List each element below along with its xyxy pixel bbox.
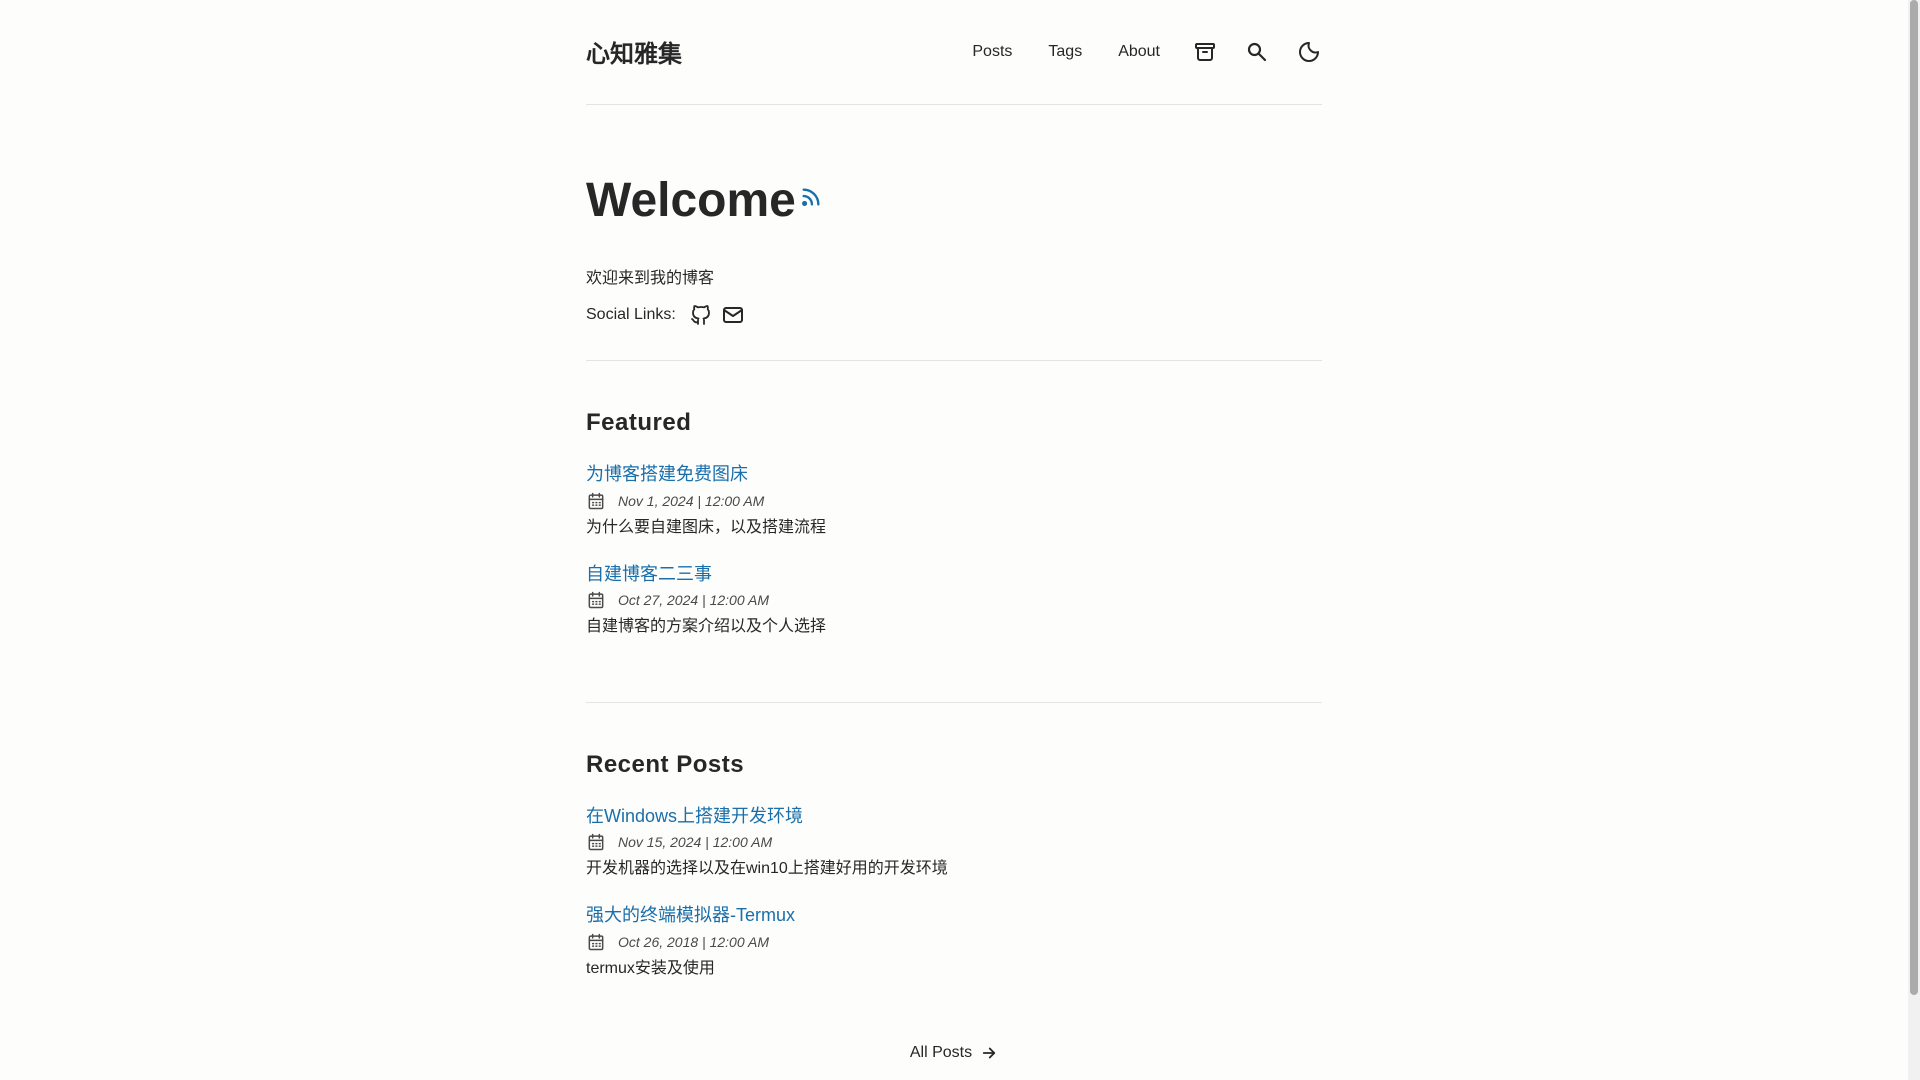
scrollbar[interactable] — [1908, 0, 1920, 1080]
calendar-icon — [586, 832, 606, 852]
archive-icon[interactable] — [1192, 39, 1218, 65]
recent-section: Recent Posts 在Windows上搭建开发环境 Nov 15, 202… — [586, 703, 1322, 1044]
hero-section: Welcome 欢迎来到我的博客 Social Links: — [586, 105, 1322, 362]
featured-section: Featured 为博客搭建免费图床 Nov 1, 2024 | 12:00 A… — [586, 361, 1322, 703]
hero-description: 欢迎来到我的博客 — [586, 270, 715, 288]
all-posts-link[interactable]: All Posts — [910, 1044, 998, 1062]
post-meta: Oct 26, 2018 | 12:00 AM — [586, 932, 1322, 952]
hero-heading: Welcome — [586, 165, 1322, 228]
site-header: 心知雅集 Posts Tags About — [586, 0, 1322, 105]
recent-heading: Recent Posts — [586, 750, 745, 778]
post-description: 为什么要自建图床，以及搭建流程 — [586, 518, 827, 536]
site-logo[interactable]: 心知雅集 — [586, 34, 682, 69]
all-posts-row: All Posts — [586, 1044, 1322, 1062]
post-date: Nov 15, 2024 | 12:00 AM — [618, 834, 773, 851]
rss-icon[interactable] — [800, 165, 822, 220]
search-icon[interactable] — [1244, 39, 1270, 65]
post-date: Nov 1, 2024 | 12:00 AM — [618, 492, 765, 509]
social-label: Social Links: — [586, 306, 676, 324]
nav-about[interactable]: About — [1118, 43, 1160, 61]
social-links: Social Links: — [586, 302, 1322, 328]
nav-posts[interactable]: Posts — [972, 43, 1012, 61]
post-item: 在Windows上搭建开发环境 Nov 15, 2024 | 12:00 AM … — [586, 805, 1322, 878]
post-meta: Nov 1, 2024 | 12:00 AM — [586, 491, 1322, 511]
github-icon[interactable] — [688, 302, 714, 328]
post-description: 自建博客的方案介绍以及个人选择 — [586, 617, 827, 635]
nav-tags[interactable]: Tags — [1048, 43, 1082, 61]
scrollbar-thumb[interactable] — [1910, 0, 1918, 995]
main-container: 心知雅集 Posts Tags About Welcome 欢迎来到我的博客 S… — [586, 0, 1322, 1061]
post-description: 开发机器的选择以及在win10上搭建好用的开发环境 — [586, 860, 948, 878]
post-date: Oct 26, 2018 | 12:00 AM — [618, 933, 769, 950]
post-title-link[interactable]: 强大的终端模拟器-Termux — [586, 904, 1322, 927]
calendar-icon — [586, 932, 606, 952]
post-item: 自建博客二三事 Oct 27, 2024 | 12:00 AM 自建博客的方案介… — [586, 563, 1322, 636]
arrow-right-icon — [980, 1044, 998, 1062]
calendar-icon — [586, 491, 606, 511]
all-posts-label: All Posts — [909, 1044, 973, 1061]
hero-title: Welcome — [586, 174, 796, 227]
post-item: 强大的终端模拟器-Termux Oct 26, 2018 | 12:00 AM … — [586, 904, 1322, 977]
post-title-link[interactable]: 在Windows上搭建开发环境 — [586, 805, 1322, 828]
post-date: Oct 27, 2024 | 12:00 AM — [618, 591, 769, 608]
main-nav: Posts Tags About — [936, 39, 1322, 65]
post-meta: Nov 15, 2024 | 12:00 AM — [586, 832, 1322, 852]
post-description: termux安装及使用 — [586, 959, 715, 977]
mail-icon[interactable] — [720, 302, 746, 328]
post-title-link[interactable]: 为博客搭建免费图床 — [586, 463, 1322, 486]
post-title-link[interactable]: 自建博客二三事 — [586, 563, 1322, 586]
post-meta: Oct 27, 2024 | 12:00 AM — [586, 590, 1322, 610]
page: 心知雅集 Posts Tags About Welcome 欢迎来到我的博客 S… — [0, 0, 1920, 1080]
featured-heading: Featured — [586, 409, 692, 437]
post-item: 为博客搭建免费图床 Nov 1, 2024 | 12:00 AM 为什么要自建图… — [586, 463, 1322, 536]
calendar-icon — [586, 590, 606, 610]
moon-icon[interactable] — [1296, 39, 1322, 65]
